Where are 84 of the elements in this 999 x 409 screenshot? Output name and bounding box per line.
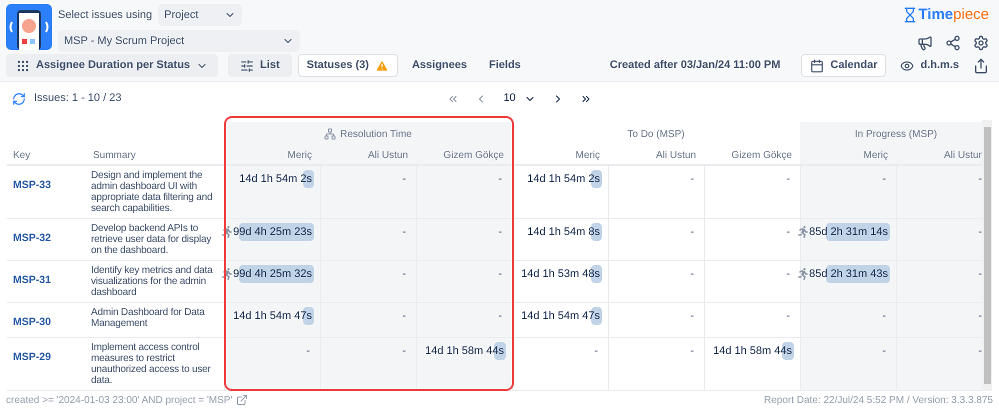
table-cell: - [704, 166, 800, 220]
calendar-button[interactable]: Calendar [801, 54, 886, 77]
table-cell: - [416, 166, 512, 220]
column-header: Ali Ustun [320, 146, 416, 166]
calendar-icon [810, 58, 824, 72]
eye-icon [900, 58, 914, 72]
format-button[interactable]: d.h.m.s [892, 54, 967, 77]
issue-summary: Admin Dashboard for Data Management [91, 307, 206, 330]
duration-text: 85d 2h 31m 43s [809, 267, 889, 282]
table-cell: - [608, 219, 704, 262]
duration-text: 99d 4h 25m 32s [233, 267, 313, 282]
table-cell: - [608, 338, 704, 392]
sliders-icon [240, 58, 254, 72]
duration-text: 14d 1h 54m 47s [233, 309, 313, 324]
brand-logo: Timepiece [902, 4, 989, 26]
table-cell: - [320, 338, 416, 392]
jql-query: created >= '2024-01-03 23:00' AND project = 'MSP' [6, 394, 232, 408]
app-logo [6, 4, 52, 50]
column-header: Meriç [224, 146, 320, 166]
table-cell: - [416, 303, 512, 338]
issue-summary: Implement access control measures to restrict unauthorized access to user data. [91, 342, 212, 386]
share-icon[interactable] [945, 34, 961, 50]
duration-text: 14d 1h 58m 44s [425, 344, 505, 360]
runner-icon [797, 268, 810, 280]
column-header: Gizem Gökçe [416, 146, 512, 166]
table-cell: - [800, 338, 896, 392]
duration-text: 14d 1h 54m 8s [527, 225, 601, 240]
group-header: Resolution Time [224, 122, 512, 146]
table-cell: - [704, 219, 800, 262]
issue-link[interactable]: MSP-30 [13, 316, 51, 328]
duration-text: 14d 1h 53m 48s [521, 267, 601, 282]
issues-count: Issues: 1 - 10 / 23 [34, 91, 122, 106]
project-dropdown[interactable]: MSP - My Scrum Project [58, 30, 300, 52]
runner-icon [221, 268, 234, 280]
grid-icon [16, 58, 30, 72]
column-header: Summary [87, 146, 224, 166]
table-cell: - [320, 166, 416, 220]
table-cell: - [224, 338, 320, 392]
issue-summary: Design and implement the admin dashboard UI with appropriate data filtering and search capabilities. [91, 170, 214, 214]
statuses-tab[interactable]: Statuses (3) [298, 54, 398, 77]
duration-text: 99d 4h 25m 23s [233, 225, 313, 240]
filter-text: Created after 03/Jan/24 11:00 PM [610, 58, 780, 74]
scrollbar[interactable] [982, 120, 992, 392]
table-cell: - [320, 261, 416, 304]
refresh-icon[interactable] [12, 92, 26, 106]
list-button[interactable]: List [228, 54, 292, 77]
settings-icon[interactable] [973, 34, 989, 50]
duration-text: 14d 1h 54m 2s [239, 172, 313, 188]
export-icon[interactable] [973, 58, 989, 74]
duration-text: 14d 1h 58m 44s [713, 344, 793, 360]
megaphone-icon[interactable] [917, 34, 933, 50]
column-header: Key [7, 146, 87, 166]
assignees-tab[interactable]: Assignees [404, 54, 475, 77]
external-link-icon[interactable] [236, 394, 248, 406]
column-header: Meriç [800, 146, 896, 166]
table-cell: - [704, 261, 800, 304]
report-info: Report Date: 22/Jul/24 5:52 PM / Version: 3.3.3.875 [764, 394, 993, 408]
issue-summary: Identify key metrics and data visualizations for the admin dashboard [91, 265, 214, 298]
table-cell: - [608, 303, 704, 338]
source-dropdown[interactable]: Project [158, 4, 242, 26]
fields-tab[interactable]: Fields [481, 54, 529, 77]
runner-icon [797, 226, 810, 238]
duration-text: 85d 2h 31m 14s [809, 225, 889, 240]
table-cell: - [800, 166, 896, 220]
issue-link[interactable]: MSP-29 [13, 351, 51, 364]
select-label: Select issues using [58, 8, 152, 23]
table-cell: - [608, 166, 704, 220]
duration-text: 14d 1h 54m 47s [521, 309, 601, 324]
runner-icon [221, 226, 234, 238]
issue-link[interactable]: MSP-31 [13, 274, 51, 286]
table-cell: - [704, 303, 800, 338]
issue-summary: Develop backend APIs to retrieve user data for display on the dashboard. [91, 223, 212, 256]
table-cell: - [320, 303, 416, 338]
report-dropdown[interactable]: Assignee Duration per Status [6, 54, 218, 77]
table-cell: - [608, 261, 704, 304]
hierarchy-icon [324, 128, 336, 140]
issue-link[interactable]: MSP-33 [13, 179, 51, 192]
table-cell: - [416, 219, 512, 262]
table-cell: - [416, 261, 512, 304]
table-cell: - [320, 219, 416, 262]
issue-link[interactable]: MSP-32 [13, 232, 51, 244]
duration-text: 14d 1h 54m 2s [527, 172, 601, 188]
table-cell: - [800, 303, 896, 338]
page-size-dropdown[interactable]: 10 [503, 90, 536, 107]
